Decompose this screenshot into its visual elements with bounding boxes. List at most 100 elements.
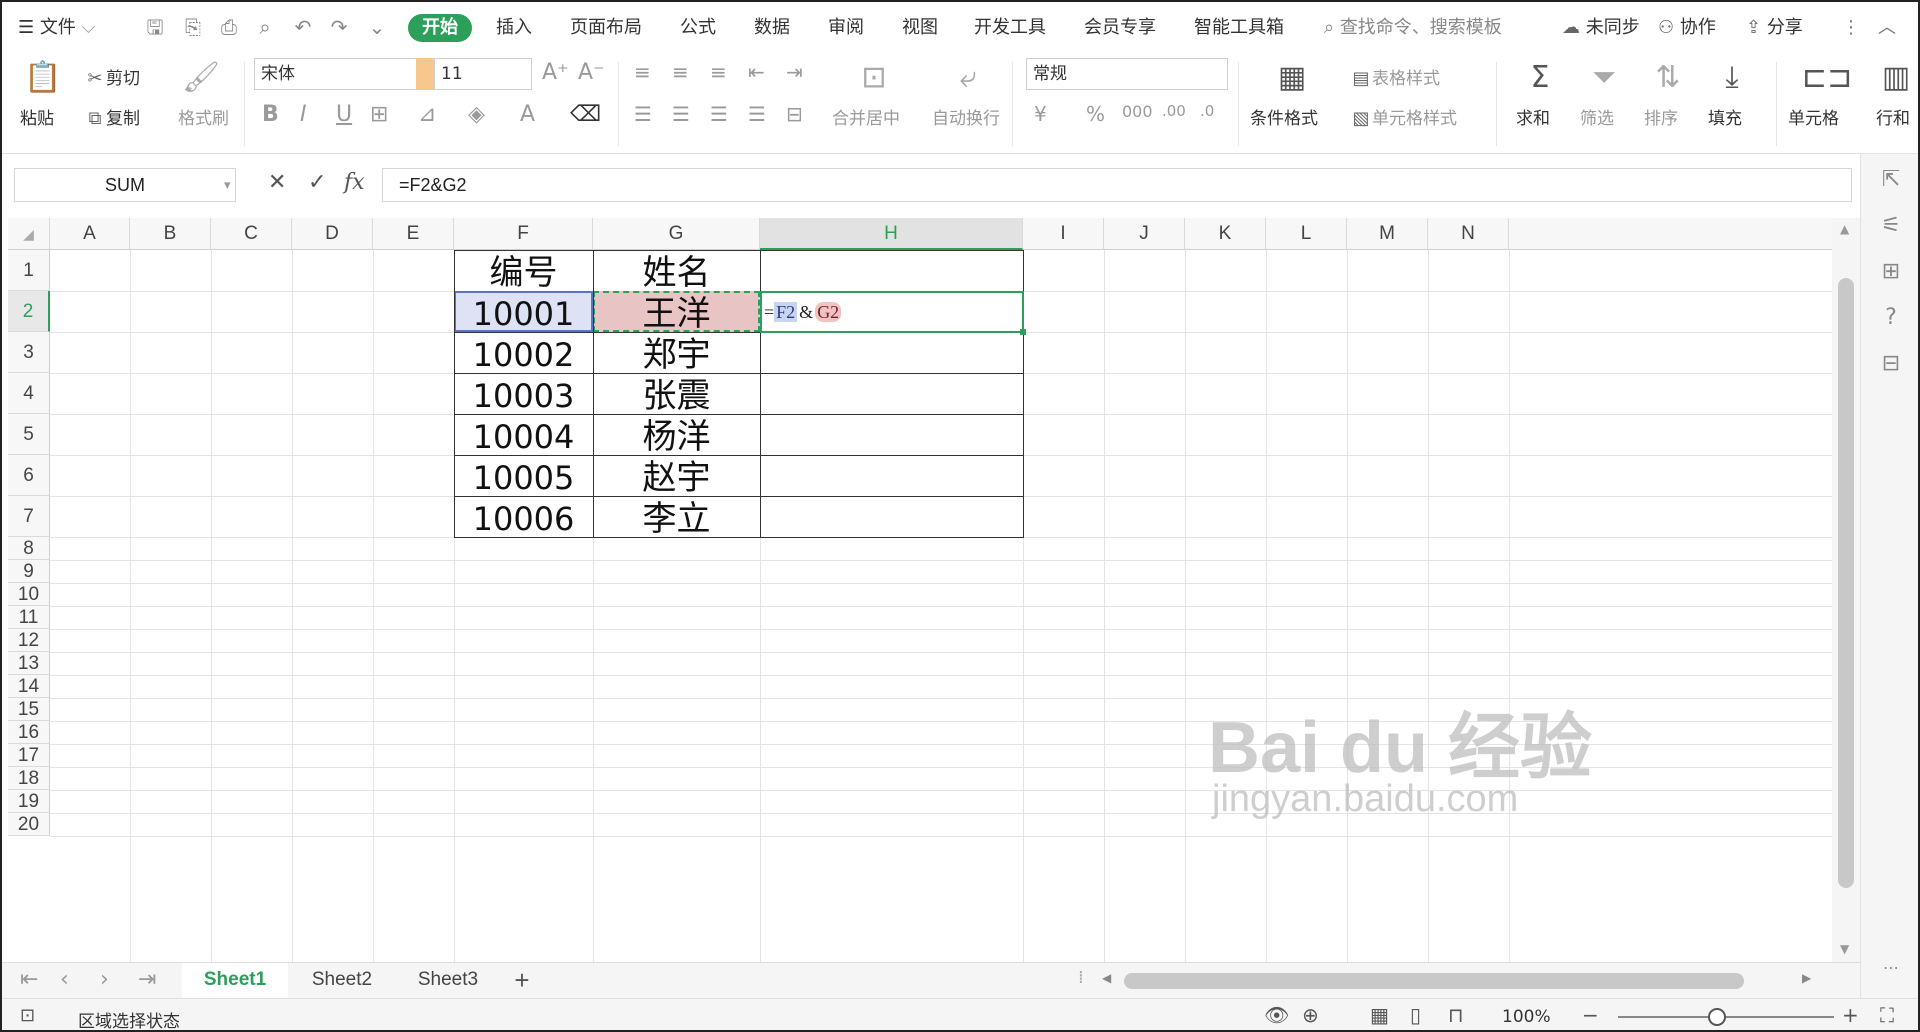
- customize-quickbar-icon[interactable]: ⌄: [364, 14, 390, 40]
- row-header-19[interactable]: 19: [8, 790, 50, 813]
- sync-button[interactable]: ☁ 未同步: [1562, 14, 1640, 42]
- tab-home[interactable]: 开始: [408, 14, 472, 42]
- page-break-view-icon[interactable]: ⊓: [1448, 1003, 1464, 1027]
- sheet-tab-3[interactable]: Sheet3: [398, 963, 498, 999]
- col-header-e[interactable]: E: [373, 218, 454, 250]
- tab-view[interactable]: 视图: [902, 14, 938, 42]
- select-all-corner[interactable]: ◢: [8, 218, 50, 250]
- merge-center-icon[interactable]: ⊡: [856, 60, 892, 96]
- col-header-m[interactable]: M: [1347, 218, 1428, 250]
- table-header[interactable]: 姓名: [593, 250, 760, 293]
- tab-member[interactable]: 会员专享: [1084, 14, 1156, 42]
- fill-icon[interactable]: ⤓: [1714, 60, 1750, 96]
- underline-icon[interactable]: U: [336, 102, 352, 127]
- sum-button[interactable]: 求和: [1516, 104, 1550, 129]
- align-top-icon[interactable]: ≡: [634, 60, 651, 84]
- merge-center-button[interactable]: 合并居中: [832, 104, 900, 129]
- layout-icon[interactable]: ⊕: [1302, 1003, 1319, 1027]
- scroll-left-icon[interactable]: ◀: [1102, 971, 1111, 985]
- next-sheet-icon[interactable]: ›: [100, 967, 109, 992]
- row-header-14[interactable]: 14: [8, 675, 50, 698]
- print-icon[interactable]: ⎙: [216, 14, 242, 40]
- last-sheet-icon[interactable]: ⇥: [138, 967, 156, 992]
- justify-icon[interactable]: ☰: [748, 102, 766, 126]
- filter-button[interactable]: 筛选: [1580, 104, 1614, 129]
- zoom-level[interactable]: 100%: [1502, 1007, 1551, 1027]
- number-format-select[interactable]: 常规: [1026, 58, 1228, 90]
- table-cell[interactable]: 10005: [454, 455, 593, 497]
- distributed-icon[interactable]: ⊟: [786, 102, 803, 126]
- col-header-j[interactable]: J: [1104, 218, 1185, 250]
- horizontal-scroll-thumb[interactable]: [1124, 973, 1744, 989]
- properties-icon[interactable]: ⚟: [1877, 212, 1905, 240]
- tab-page-layout[interactable]: 页面布局: [570, 14, 642, 42]
- col-header-c[interactable]: C: [211, 218, 292, 250]
- export-pdf-icon[interactable]: ⎘: [180, 14, 206, 40]
- row-col-button[interactable]: 行和: [1876, 104, 1910, 129]
- paste-icon[interactable]: 📋: [24, 60, 61, 96]
- share-button[interactable]: ⇪ 分享: [1746, 14, 1803, 42]
- normal-view-icon[interactable]: ▦: [1370, 1003, 1389, 1027]
- fill-handle[interactable]: [1020, 329, 1026, 335]
- col-header-h[interactable]: H: [760, 218, 1023, 250]
- row-header-9[interactable]: 9: [8, 560, 50, 583]
- collab-button[interactable]: ⚇ 协作: [1658, 14, 1716, 42]
- tab-developer[interactable]: 开发工具: [974, 14, 1046, 42]
- eye-protection-icon[interactable]: 👁: [1264, 1003, 1289, 1027]
- format-painter-icon[interactable]: 🖌: [182, 60, 220, 96]
- font-color-icon[interactable]: A: [520, 102, 535, 127]
- wrap-text-button[interactable]: 自动换行: [932, 104, 1000, 129]
- fill-button[interactable]: 填充: [1708, 104, 1742, 129]
- align-bottom-icon[interactable]: ≡: [710, 60, 727, 84]
- sum-icon[interactable]: Σ: [1522, 60, 1558, 96]
- row-header-5[interactable]: 5: [8, 414, 50, 455]
- table-cell[interactable]: 杨洋: [593, 414, 760, 457]
- more-dots-icon[interactable]: ⋯: [1877, 954, 1905, 982]
- sort-icon[interactable]: ⇅: [1650, 60, 1686, 96]
- conditional-format-icon[interactable]: ▦: [1274, 60, 1310, 96]
- sheet-tab-2[interactable]: Sheet2: [292, 963, 392, 999]
- col-header-k[interactable]: K: [1185, 218, 1266, 250]
- col-header-d[interactable]: D: [292, 218, 373, 250]
- select-pointer-icon[interactable]: ⇱: [1877, 166, 1905, 194]
- table-header[interactable]: 编号: [454, 250, 593, 293]
- table-cell[interactable]: 10006: [454, 496, 593, 538]
- row-header-2[interactable]: 2: [8, 291, 50, 332]
- tab-smart-toolbox[interactable]: 智能工具箱: [1194, 14, 1284, 42]
- col-header-f[interactable]: F: [454, 218, 593, 250]
- vertical-scroll-thumb[interactable]: [1838, 278, 1854, 888]
- font-size-select[interactable]: 11: [434, 58, 532, 90]
- copy-button[interactable]: ⧉ 复制: [84, 104, 140, 129]
- sort-button[interactable]: 排序: [1644, 104, 1678, 129]
- percent-icon[interactable]: %: [1086, 102, 1105, 126]
- name-box-dropdown-icon[interactable]: ▾: [224, 178, 231, 193]
- prev-sheet-icon[interactable]: ‹: [60, 967, 69, 992]
- table-style-button[interactable]: ▤ 表格样式: [1350, 64, 1440, 89]
- row-header-12[interactable]: 12: [8, 629, 50, 652]
- align-middle-icon[interactable]: ≡: [672, 60, 689, 84]
- cell-icon[interactable]: ⊏⊐: [1802, 60, 1852, 96]
- row-header-16[interactable]: 16: [8, 721, 50, 744]
- decrease-indent-icon[interactable]: ⇤: [748, 60, 765, 84]
- cell-button[interactable]: 单元格: [1788, 104, 1839, 129]
- row-header-18[interactable]: 18: [8, 767, 50, 790]
- row-header-20[interactable]: 20: [8, 813, 50, 836]
- table-tools-icon[interactable]: ⊞: [1877, 258, 1905, 286]
- add-sheet-icon[interactable]: +: [502, 963, 542, 999]
- fill-color-icon[interactable]: ◈: [468, 102, 485, 127]
- scroll-up-icon[interactable]: ▲: [1840, 222, 1849, 236]
- fullscreen-icon[interactable]: ⛶: [1880, 1003, 1894, 1027]
- page-layout-view-icon[interactable]: ▯: [1410, 1003, 1421, 1027]
- zoom-out-icon[interactable]: −: [1582, 1003, 1599, 1027]
- row-header-1[interactable]: 1: [8, 250, 50, 291]
- col-header-b[interactable]: B: [130, 218, 211, 250]
- bold-icon[interactable]: B: [262, 102, 279, 127]
- table-cell[interactable]: 10002: [454, 332, 593, 374]
- increase-font-icon[interactable]: A⁺: [542, 60, 569, 85]
- macro-record-icon[interactable]: ⊡: [20, 1005, 35, 1026]
- table-cell[interactable]: 李立: [593, 496, 760, 539]
- print-preview-icon[interactable]: ⌕: [252, 14, 278, 40]
- zoom-slider[interactable]: [1618, 1016, 1834, 1018]
- col-header-i[interactable]: I: [1023, 218, 1104, 250]
- in-cell-formula[interactable]: = F2 & G2: [764, 300, 842, 324]
